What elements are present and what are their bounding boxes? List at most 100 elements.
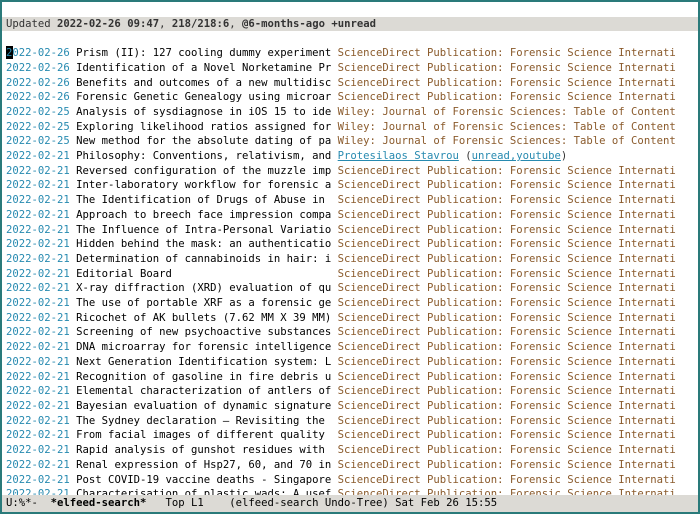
entry-row[interactable]: 2022-02-21 From facial images of differe…: [2, 428, 698, 443]
header-filter: @6-months-ago +unread: [242, 18, 376, 30]
entry-feed: ScienceDirect Publication: Forensic Scie…: [338, 47, 676, 59]
entry-row[interactable]: 2022-02-21 X-ray diffraction (XRD) evalu…: [2, 281, 698, 296]
modeline-modes: (elfeed-search Undo-Tree): [223, 497, 395, 509]
entry-title: Prism (II): 127 cooling dummy experiment: [76, 47, 338, 59]
entry-row[interactable]: 2022-02-21 Recognition of gasoline in fi…: [2, 370, 698, 385]
entry-date: 2022-02-21: [6, 459, 70, 471]
entry-row[interactable]: 2022-02-21 Rapid analysis of gunshot res…: [2, 443, 698, 458]
entry-date: 2022-02-25: [6, 121, 70, 133]
entry-title: Bayesian evaluation of dynamic signature: [76, 400, 338, 412]
entry-date: 2022-02-21: [6, 400, 70, 412]
entry-date: 2022-02-26: [6, 77, 70, 89]
entry-title: Hidden behind the mask: an authenticatio: [76, 238, 338, 250]
entry-date: 2022-02-21: [6, 150, 70, 162]
modeline-buffer: *elfeed-search*: [51, 497, 147, 509]
entry-title: Characterisation of plastic wads: A usef: [76, 488, 338, 495]
entry-date: 2022-02-21: [6, 488, 70, 495]
entry-row[interactable]: 2022-02-21 Inter-laboratory workflow for…: [2, 178, 698, 193]
entry-title: Screening of new psychoactive substances: [76, 326, 338, 338]
entry-date: 2022-02-21: [6, 415, 70, 427]
entry-row[interactable]: 2022-02-26 Benefits and outcomes of a ne…: [2, 76, 698, 91]
entry-date: 2022-02-21: [6, 429, 70, 441]
entry-row[interactable]: 2022-02-26 Identification of a Novel Nor…: [2, 61, 698, 76]
entry-row[interactable]: 2022-02-21 Reversed configuration of the…: [2, 164, 698, 179]
entry-date: 2022-02-21: [6, 297, 70, 309]
entry-title: Rapid analysis of gunshot residues with: [76, 444, 338, 456]
entry-date: 2022-02-21: [6, 253, 70, 265]
entry-feed: ScienceDirect Publication: Forensic Scie…: [338, 474, 676, 486]
entry-date: 2022-02-21: [6, 356, 70, 368]
entry-title: The use of portable XRF as a forensic ge: [76, 297, 338, 309]
entry-date: 2022-02-21: [6, 444, 70, 456]
entry-feed: ScienceDirect Publication: Forensic Scie…: [338, 209, 676, 221]
entry-row[interactable]: 2022-02-21 The Sydney declaration – Revi…: [2, 414, 698, 429]
entry-row[interactable]: 2022-02-21 Screening of new psychoactive…: [2, 325, 698, 340]
entry-row[interactable]: 2022-02-21 Determination of cannabinoids…: [2, 252, 698, 267]
header-line: Updated 2022-02-26 09:47, 218/218:6, @6-…: [2, 17, 698, 32]
entry-feed: ScienceDirect Publication: Forensic Scie…: [338, 268, 676, 280]
entry-date: 2022-02-21: [6, 326, 70, 338]
paren-open: (: [459, 150, 472, 162]
header-sep: ,: [159, 18, 172, 30]
entry-date: 2022-02-21: [6, 194, 70, 206]
modeline-pos: Top L1: [146, 497, 223, 509]
entry-title: Inter-laboratory workflow for forensic a: [76, 179, 338, 191]
entry-title: Forensic Genetic Genealogy using microar: [76, 91, 338, 103]
entry-row[interactable]: 2022-02-26 Prism (II): 127 cooling dummy…: [2, 46, 698, 61]
entry-feed: ScienceDirect Publication: Forensic Scie…: [338, 385, 676, 397]
entry-date: 2022-02-21: [6, 282, 70, 294]
entry-row[interactable]: 2022-02-21 Characterisation of plastic w…: [2, 487, 698, 495]
entry-row[interactable]: 2022-02-21 The Identification of Drugs o…: [2, 193, 698, 208]
entry-feed: ScienceDirect Publication: Forensic Scie…: [338, 356, 676, 368]
entry-feed: ScienceDirect Publication: Forensic Scie…: [338, 341, 676, 353]
entry-date: 2022-02-21: [6, 474, 70, 486]
entry-row[interactable]: 2022-02-21 Next Generation Identificatio…: [2, 355, 698, 370]
entry-feed: ScienceDirect Publication: Forensic Scie…: [338, 429, 676, 441]
entry-feed: ScienceDirect Publication: Forensic Scie…: [338, 326, 676, 338]
header-sep2: ,: [229, 18, 242, 30]
entry-date: 2022-02-26: [6, 91, 70, 103]
entry-date: 2022-02-21: [6, 312, 70, 324]
entry-feed: ScienceDirect Publication: Forensic Scie…: [338, 371, 676, 383]
entry-row[interactable]: 2022-02-25 Exploring likelihood ratios a…: [2, 120, 698, 135]
entry-row[interactable]: 2022-02-21 The use of portable XRF as a …: [2, 296, 698, 311]
paren-close: ): [561, 150, 567, 162]
entry-row[interactable]: 2022-02-25 Analysis of sysdiagnose in iO…: [2, 105, 698, 120]
entry-author[interactable]: Protesilaos Stavrou: [338, 150, 459, 162]
entry-row[interactable]: 2022-02-21 Ricochet of AK bullets (7.62 …: [2, 311, 698, 326]
entry-title: Exploring likelihood ratios assigned for: [76, 121, 338, 133]
entry-row[interactable]: 2022-02-21 Approach to breech face impre…: [2, 208, 698, 223]
entry-feed: ScienceDirect Publication: Forensic Scie…: [338, 91, 676, 103]
entry-feed: ScienceDirect Publication: Forensic Scie…: [338, 400, 676, 412]
entry-title: Reversed configuration of the muzzle imp: [76, 165, 338, 177]
entry-row[interactable]: 2022-02-21 Philosophy: Conventions, rela…: [2, 149, 698, 164]
entry-row[interactable]: 2022-02-21 Editorial Board ScienceDirect…: [2, 267, 698, 282]
header-timestamp: 2022-02-26 09:47: [57, 18, 159, 30]
entry-title: New method for the absolute dating of pa: [76, 135, 338, 147]
entry-row[interactable]: 2022-02-21 Hidden behind the mask: an au…: [2, 237, 698, 252]
entry-row[interactable]: 2022-02-21 Elemental characterization of…: [2, 384, 698, 399]
entry-feed: ScienceDirect Publication: Forensic Scie…: [338, 415, 676, 427]
entry-row[interactable]: 2022-02-21 Post COVID-19 vaccine deaths …: [2, 473, 698, 488]
entry-row[interactable]: 2022-02-21 Bayesian evaluation of dynami…: [2, 399, 698, 414]
entry-row[interactable]: 2022-02-21 The Influence of Intra-Person…: [2, 223, 698, 238]
entry-title: Editorial Board: [76, 268, 338, 280]
entry-title: Identification of a Novel Norketamine Pr: [76, 62, 338, 74]
entry-list: 2022-02-26 Prism (II): 127 cooling dummy…: [2, 46, 698, 495]
entry-feed: ScienceDirect Publication: Forensic Scie…: [338, 165, 676, 177]
entry-date: 2022-02-26: [6, 62, 70, 74]
entry-feed: ScienceDirect Publication: Forensic Scie…: [338, 459, 676, 471]
entry-row[interactable]: 2022-02-26 Forensic Genetic Genealogy us…: [2, 90, 698, 105]
entry-feed: ScienceDirect Publication: Forensic Scie…: [338, 312, 676, 324]
buffer-content[interactable]: Updated 2022-02-26 09:47, 218/218:6, @6-…: [2, 2, 698, 495]
entry-feed: ScienceDirect Publication: Forensic Scie…: [338, 253, 676, 265]
entry-date: 2022-02-21: [6, 224, 70, 236]
entry-feed: ScienceDirect Publication: Forensic Scie…: [338, 488, 676, 495]
entry-row[interactable]: 2022-02-21 DNA microarray for forensic i…: [2, 340, 698, 355]
entry-feed: ScienceDirect Publication: Forensic Scie…: [338, 282, 676, 294]
entry-feed: ScienceDirect Publication: Forensic Scie…: [338, 224, 676, 236]
entry-date: 2022-02-21: [6, 165, 70, 177]
entry-row[interactable]: 2022-02-25 New method for the absolute d…: [2, 134, 698, 149]
header-counts: 218/218:6: [172, 18, 229, 30]
entry-row[interactable]: 2022-02-21 Renal expression of Hsp27, 60…: [2, 458, 698, 473]
